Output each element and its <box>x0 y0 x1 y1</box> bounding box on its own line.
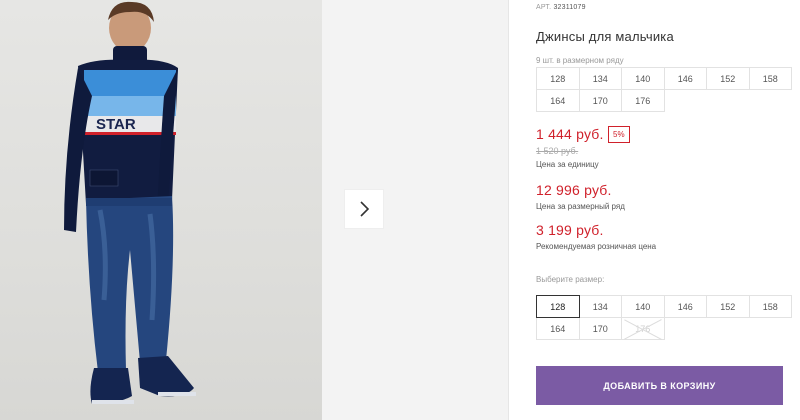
chevron-right-icon <box>360 201 370 217</box>
row-size-cell: 170 <box>578 89 622 112</box>
size-option[interactable]: 146 <box>663 295 707 318</box>
jeans-shape <box>86 196 174 372</box>
product-info-panel: АРТ. 32311079 Джинсы для мальчика 9 шт. … <box>536 0 792 420</box>
size-row-count-label: 9 шт. в размерном ряду <box>536 56 624 65</box>
boy-in-jeans-image: STAR <box>64 1 196 404</box>
old-price: 1 520 руб. <box>536 146 579 156</box>
size-option-selected[interactable]: 128 <box>536 295 580 318</box>
retail-price: 3 199 руб. <box>536 222 604 238</box>
row-size-cell: 176 <box>621 89 665 112</box>
jeans-waistband <box>86 198 172 206</box>
size-select-label: Выберите размер: <box>536 275 605 284</box>
size-select-grid: 128 134 140 146 152 158 164 170 176 <box>536 295 792 340</box>
add-to-cart-button[interactable]: ДОБАВИТЬ В КОРЗИНУ <box>536 366 783 405</box>
size-option[interactable]: 140 <box>621 295 665 318</box>
right-shoe-shape <box>138 356 194 397</box>
product-gallery: STAR <box>0 0 508 420</box>
size-option[interactable]: 164 <box>536 317 580 340</box>
row-size-cell: 152 <box>706 67 750 90</box>
row-price-caption: Цена за размерный ряд <box>536 202 625 211</box>
article-number: АРТ. 32311079 <box>536 4 586 11</box>
row-size-cell: 158 <box>748 67 792 90</box>
panel-divider <box>508 0 509 420</box>
row-size-cell: 164 <box>536 89 580 112</box>
article-label: АРТ. <box>536 4 552 11</box>
row-price: 12 996 руб. <box>536 182 612 198</box>
row-size-cell: 128 <box>536 67 580 90</box>
size-row-grid: 128 134 140 146 152 158 164 170 176 <box>536 67 792 112</box>
next-image-button[interactable] <box>345 190 383 228</box>
row-size-cell: 146 <box>663 67 707 90</box>
left-shoe-shape <box>90 368 132 404</box>
discount-badge: 5% <box>608 126 630 143</box>
size-option-unavailable: 176 <box>621 317 665 340</box>
left-sole <box>92 400 134 404</box>
unit-price-caption: Цена за единицу <box>536 160 599 169</box>
unit-price: 1 444 руб. <box>536 126 604 142</box>
shirt-print-glow <box>84 96 176 116</box>
size-option[interactable]: 158 <box>748 295 792 318</box>
size-option[interactable]: 170 <box>578 317 622 340</box>
product-photo: STAR <box>0 0 322 420</box>
row-size-cell: 134 <box>578 67 622 90</box>
product-title: Джинсы для мальчика <box>536 29 674 44</box>
article-code: 32311079 <box>553 4 586 11</box>
row-size-cell: 140 <box>621 67 665 90</box>
size-option[interactable]: 152 <box>706 295 750 318</box>
retail-price-caption: Рекомендуемая розничная цена <box>536 242 657 251</box>
shirt-label-patch <box>89 169 119 187</box>
size-option[interactable]: 134 <box>578 295 622 318</box>
shirt-print-text: STAR <box>96 116 136 133</box>
right-sole <box>158 392 196 396</box>
